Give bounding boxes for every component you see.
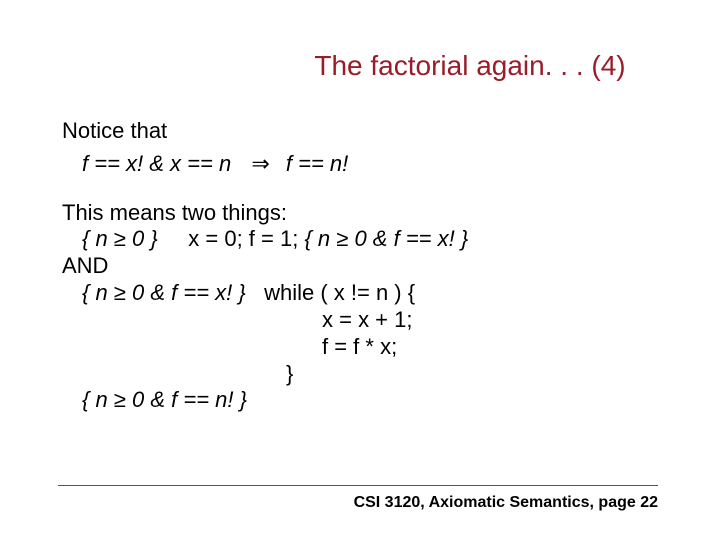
and-text: AND [62, 253, 662, 280]
hoare-line-1: { n ≥ 0 } x = 0; f = 1; { n ≥ 0 & f == x… [82, 226, 662, 253]
while-body-2: f = f * x; [322, 334, 662, 361]
pre-1: { n ≥ 0 } [82, 226, 158, 251]
implies-symbol: ⇒ [251, 151, 269, 178]
while-close: } [286, 361, 662, 388]
post-2: { n ≥ 0 & f == n! } [82, 387, 662, 414]
slide-title: The factorial again. . . (4) [0, 50, 720, 82]
while-body-1: x = x + 1; [322, 307, 662, 334]
pre-2: { n ≥ 0 & f == x! } [82, 280, 246, 305]
notice-text: Notice that [62, 118, 662, 145]
stmt-1: x = 0; f = 1; [188, 226, 298, 251]
post-1: { n ≥ 0 & f == x! } [304, 226, 468, 251]
divider [58, 485, 658, 486]
slide: The factorial again. . . (4) Notice that… [0, 0, 720, 540]
hoare-line-2: { n ≥ 0 & f == x! } while ( x != n ) { [82, 280, 662, 307]
expr-right: f == n! [286, 151, 348, 176]
expr-left: f == x! & x == n [82, 151, 231, 176]
implication-expr: f == x! & x == n ⇒ f == n! [82, 151, 662, 178]
means-text: This means two things: [62, 200, 662, 227]
slide-body: Notice that f == x! & x == n ⇒ f == n! T… [62, 118, 662, 414]
while-head: while ( x != n ) { [264, 280, 415, 305]
footer-text: CSI 3120, Axiomatic Semantics, page 22 [354, 494, 658, 512]
